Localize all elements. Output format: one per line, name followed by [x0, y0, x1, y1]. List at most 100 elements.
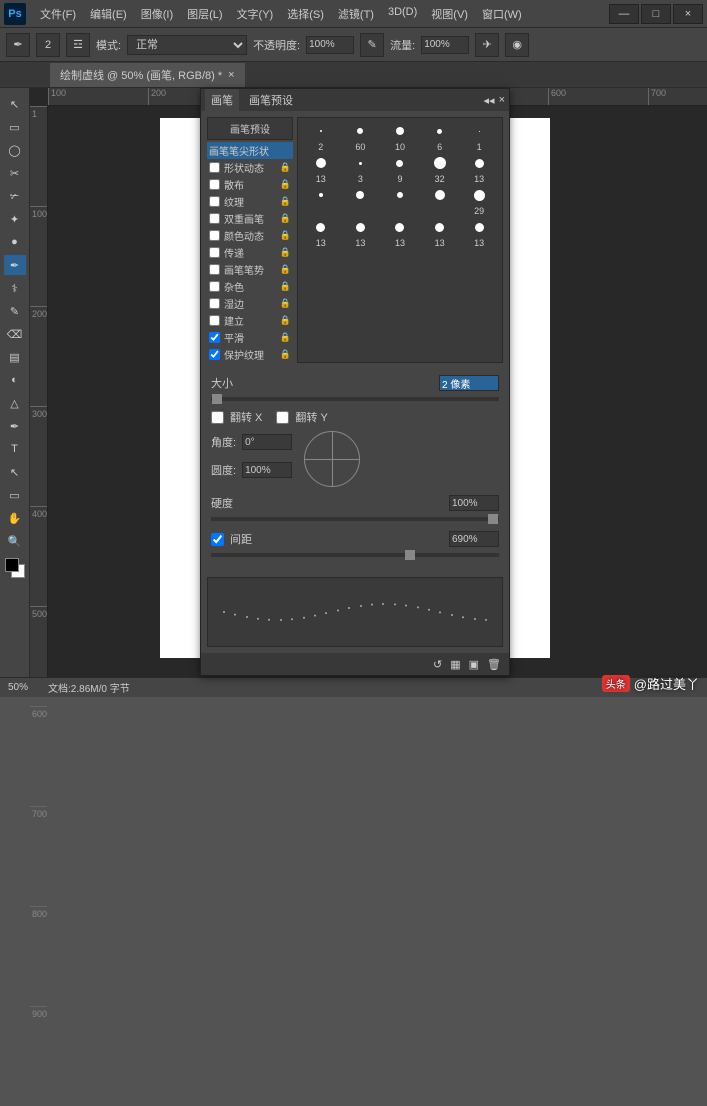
color-swatch[interactable]: [5, 558, 25, 578]
brush-thumb[interactable]: [342, 186, 380, 216]
size-slider[interactable]: [211, 397, 499, 401]
spacing-checkbox[interactable]: [211, 533, 224, 546]
hardness-slider[interactable]: [211, 517, 499, 521]
menu-view[interactable]: 视图(V): [425, 4, 474, 24]
hardness-input[interactable]: [449, 495, 499, 511]
tool-marquee[interactable]: ▭: [4, 117, 26, 137]
brush-prop-纹理[interactable]: 纹理🔒: [207, 193, 293, 210]
brush-prop-形状动态[interactable]: 形状动态🔒: [207, 159, 293, 176]
brush-thumb[interactable]: 13: [460, 218, 498, 248]
tool-brush[interactable]: ✒: [4, 255, 26, 275]
brush-thumb[interactable]: 13: [302, 154, 340, 184]
tab-brush[interactable]: 画笔: [205, 89, 239, 111]
panel-collapse-icon[interactable]: ◂◂: [484, 94, 495, 107]
brush-thumb[interactable]: 29: [460, 186, 498, 216]
pressure-opacity-icon[interactable]: ✎: [360, 33, 384, 57]
document-info[interactable]: 文档:2.86M/0 字节: [48, 680, 130, 695]
brush-prop-checkbox[interactable]: [209, 349, 220, 360]
flip-x-checkbox[interactable]: [211, 411, 224, 424]
spacing-slider[interactable]: [211, 553, 499, 557]
tool-zoom[interactable]: 🔍: [4, 531, 26, 551]
tool-dodge[interactable]: △: [4, 393, 26, 413]
brush-thumb[interactable]: 13: [342, 218, 380, 248]
opacity-input[interactable]: [306, 36, 354, 54]
brush-thumb[interactable]: 13: [302, 218, 340, 248]
footer-trash-icon[interactable]: 🗑: [487, 658, 501, 671]
tool-wand[interactable]: ✂: [4, 163, 26, 183]
brush-prop-checkbox[interactable]: [209, 264, 220, 275]
angle-input[interactable]: [242, 434, 292, 450]
brush-thumb[interactable]: 2: [302, 122, 340, 152]
tool-path[interactable]: ↖: [4, 462, 26, 482]
brush-thumb[interactable]: [381, 186, 419, 216]
brush-thumb[interactable]: 1: [460, 122, 498, 152]
brush-prop-checkbox[interactable]: [209, 247, 220, 258]
spacing-input[interactable]: [449, 531, 499, 547]
airbrush-icon[interactable]: ✈: [475, 33, 499, 57]
tool-blur[interactable]: ◐: [4, 370, 26, 390]
brush-thumb[interactable]: 6: [421, 122, 459, 152]
menu-layer[interactable]: 图层(L): [181, 4, 228, 24]
brush-thumb[interactable]: 3: [342, 154, 380, 184]
brush-prop-checkbox[interactable]: [209, 179, 220, 190]
brush-thumbnail-grid[interactable]: 260106113393213291313131313: [297, 117, 503, 363]
angle-wheel[interactable]: [304, 431, 360, 487]
brush-prop-颜色动态[interactable]: 颜色动态🔒: [207, 227, 293, 244]
brush-prop-checkbox[interactable]: [209, 230, 220, 241]
tool-eraser[interactable]: ⌫: [4, 324, 26, 344]
tool-crop[interactable]: ✃: [4, 186, 26, 206]
brush-prop-平滑[interactable]: 平滑🔒: [207, 329, 293, 346]
menu-window[interactable]: 窗口(W): [476, 4, 528, 24]
brush-thumb[interactable]: [421, 186, 459, 216]
tool-heal[interactable]: ●: [4, 232, 26, 252]
tool-history-brush[interactable]: ✎: [4, 301, 26, 321]
brush-thumb[interactable]: 13: [421, 218, 459, 248]
brush-prop-双重画笔[interactable]: 双重画笔🔒: [207, 210, 293, 227]
brush-thumb[interactable]: 13: [460, 154, 498, 184]
brush-size-preset[interactable]: 2: [36, 33, 60, 57]
size-input[interactable]: [439, 375, 499, 391]
brush-prop-保护纹理[interactable]: 保护纹理🔒: [207, 346, 293, 363]
minimize-button[interactable]: —: [609, 4, 639, 24]
brush-thumb[interactable]: 32: [421, 154, 459, 184]
menu-type[interactable]: 文字(Y): [231, 4, 280, 24]
tool-move[interactable]: ↖: [4, 94, 26, 114]
brush-thumb[interactable]: 10: [381, 122, 419, 152]
blend-mode-select[interactable]: 正常: [127, 35, 247, 55]
brush-prop-checkbox[interactable]: [209, 332, 220, 343]
menu-edit[interactable]: 编辑(E): [84, 4, 133, 24]
zoom-level[interactable]: 50%: [8, 682, 28, 693]
brush-thumb[interactable]: [302, 186, 340, 216]
maximize-button[interactable]: □: [641, 4, 671, 24]
brush-thumb[interactable]: 9: [381, 154, 419, 184]
tool-hand[interactable]: ✋: [4, 508, 26, 528]
menu-image[interactable]: 图像(I): [135, 4, 179, 24]
brush-prop-湿边[interactable]: 湿边🔒: [207, 295, 293, 312]
tool-preset-icon[interactable]: ✒: [6, 33, 30, 57]
brush-prop-checkbox[interactable]: [209, 298, 220, 309]
pressure-size-icon[interactable]: ◉: [505, 33, 529, 57]
brush-prop-checkbox[interactable]: [209, 213, 220, 224]
brush-prop-checkbox[interactable]: [209, 162, 220, 173]
tool-type[interactable]: T: [4, 439, 26, 459]
footer-icon-1[interactable]: ↺: [433, 658, 442, 671]
footer-new-icon[interactable]: ▣: [469, 658, 479, 671]
roundness-input[interactable]: [242, 462, 292, 478]
flow-input[interactable]: [421, 36, 469, 54]
brush-preset-button[interactable]: 画笔预设: [207, 117, 293, 140]
brush-prop-建立[interactable]: 建立🔒: [207, 312, 293, 329]
brush-prop-checkbox[interactable]: [209, 281, 220, 292]
brush-prop-画笔笔尖形状[interactable]: 画笔笔尖形状: [207, 142, 293, 159]
brush-panel-toggle-icon[interactable]: ☲: [66, 33, 90, 57]
tool-lasso[interactable]: ◯: [4, 140, 26, 160]
brush-prop-画笔笔势[interactable]: 画笔笔势🔒: [207, 261, 293, 278]
document-tab-close-icon[interactable]: ×: [228, 69, 234, 81]
tool-eyedropper[interactable]: ✦: [4, 209, 26, 229]
close-button[interactable]: ×: [673, 4, 703, 24]
tool-pen[interactable]: ✒: [4, 416, 26, 436]
tool-shape[interactable]: ▭: [4, 485, 26, 505]
menu-filter[interactable]: 滤镜(T): [332, 4, 380, 24]
footer-icon-2[interactable]: ▦: [450, 658, 460, 671]
menu-3d[interactable]: 3D(D): [382, 4, 423, 24]
brush-thumb[interactable]: 60: [342, 122, 380, 152]
